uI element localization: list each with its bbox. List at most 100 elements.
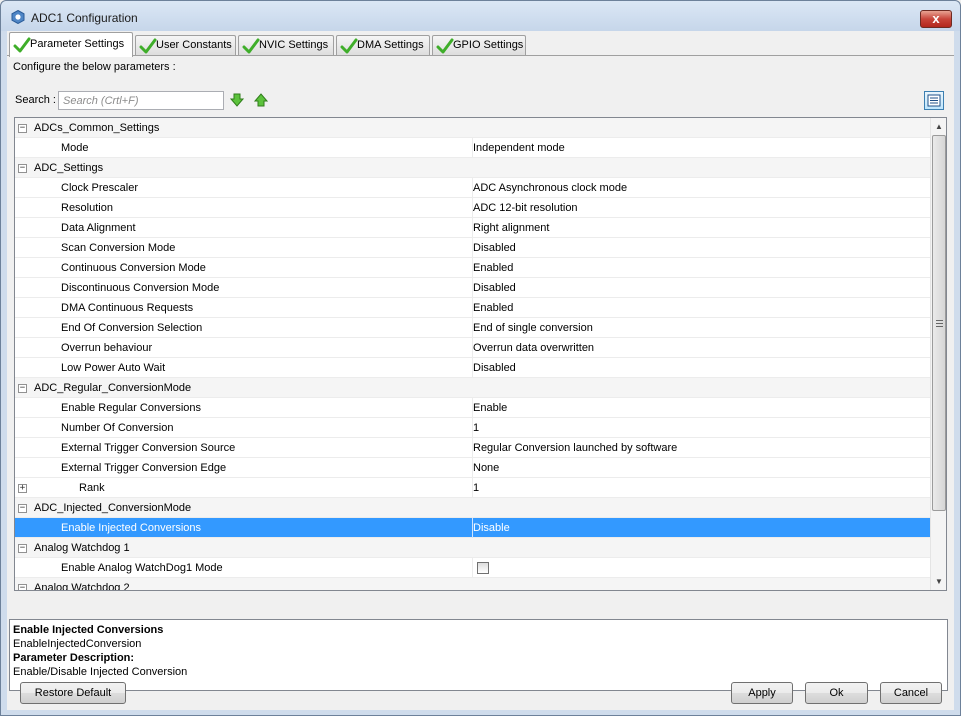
view-toggle-button[interactable] xyxy=(924,91,944,110)
row-name: Analog Watchdog 1 xyxy=(34,542,130,554)
row-name: Data Alignment xyxy=(61,222,136,234)
tree-parameter-row[interactable]: Low Power Auto Wait Disabled xyxy=(15,358,930,378)
tree-group-row[interactable]: − ADC_Regular_ConversionMode xyxy=(15,378,930,398)
row-name: Continuous Conversion Mode xyxy=(61,262,206,274)
grip-icon xyxy=(936,320,943,327)
row-value[interactable]: ADC Asynchronous clock mode xyxy=(473,178,627,198)
list-view-icon xyxy=(927,94,941,107)
tree-parameter-row[interactable]: External Trigger Conversion Source Regula… xyxy=(15,438,930,458)
row-value[interactable]: ADC 12-bit resolution xyxy=(473,198,578,218)
row-value[interactable]: Disabled xyxy=(473,238,516,258)
tab-label: DMA Settings xyxy=(357,39,424,51)
parameter-tree-table: − ADCs_Common_Settings Mode Independent mod… xyxy=(14,117,947,591)
collapse-minus-icon[interactable]: − xyxy=(18,584,27,590)
enable-checkbox[interactable] xyxy=(477,562,489,574)
scroll-down-arrow-icon[interactable]: ▼ xyxy=(931,573,946,590)
scrollbar-thumb[interactable] xyxy=(932,135,946,511)
row-value[interactable]: End of single conversion xyxy=(473,318,593,338)
tree-parameter-row[interactable]: End Of Conversion Selection End of single… xyxy=(15,318,930,338)
row-value[interactable]: 1 xyxy=(473,478,479,498)
row-value[interactable]: Right alignment xyxy=(473,218,549,238)
row-name: Overrun behaviour xyxy=(61,342,153,354)
row-name: ADC_Settings xyxy=(34,162,104,174)
search-input[interactable] xyxy=(58,91,224,110)
description-text: Enable/Disable Injected Conversion xyxy=(13,666,188,678)
tab-dma-settings[interactable]: DMA Settings xyxy=(336,35,430,56)
tab-label: User Constants xyxy=(156,39,232,51)
green-check-icon xyxy=(340,38,358,54)
tree-group-row[interactable]: − ADCs_Common_Settings xyxy=(15,118,930,138)
row-value[interactable]: Disable xyxy=(473,518,510,538)
title-bar[interactable]: ADC1 Configuration x xyxy=(1,1,960,31)
row-name: Scan Conversion Mode xyxy=(61,242,176,254)
cancel-button[interactable]: Cancel xyxy=(880,682,942,704)
row-value[interactable]: Independent mode xyxy=(473,138,565,158)
tab-label: Parameter Settings xyxy=(30,38,125,50)
tree-parameter-row[interactable]: Number Of Conversion 1 xyxy=(15,418,930,438)
description-heading: Parameter Description: xyxy=(13,652,135,664)
row-name: Enable Injected Conversions xyxy=(61,522,202,534)
tab-user-constants[interactable]: User Constants xyxy=(135,35,236,56)
row-name: External Trigger Conversion Source xyxy=(61,442,236,454)
collapse-minus-icon[interactable]: − xyxy=(18,124,27,133)
row-name: Discontinuous Conversion Mode xyxy=(61,282,220,294)
green-check-icon xyxy=(242,38,260,54)
tree-group-row[interactable]: − ADC_Settings xyxy=(15,158,930,178)
column-divider xyxy=(472,558,473,578)
search-previous-arrow-up-icon[interactable] xyxy=(254,93,268,107)
ok-button[interactable]: Ok xyxy=(805,682,868,704)
row-name: Enable Regular Conversions xyxy=(61,402,202,414)
tree-parameter-row[interactable]: Overrun behaviour Overrun data overwritte… xyxy=(15,338,930,358)
tree-parameter-row[interactable]: Mode Independent mode xyxy=(15,138,930,158)
tree-parameter-row[interactable]: Resolution ADC 12-bit resolution xyxy=(15,198,930,218)
tab-nvic-settings[interactable]: NVIC Settings xyxy=(238,35,334,56)
row-value[interactable]: Disabled xyxy=(473,278,516,298)
search-next-arrow-down-icon[interactable] xyxy=(230,93,244,107)
row-value[interactable]: Regular Conversion launched by software xyxy=(473,438,677,458)
vertical-scrollbar[interactable]: ▲ ▼ xyxy=(930,118,946,590)
tree-parameter-row[interactable]: Enable Injected Conversions Disable xyxy=(15,518,930,538)
row-value[interactable]: Overrun data overwritten xyxy=(473,338,594,358)
tab-parameter-settings[interactable]: Parameter Settings xyxy=(9,32,133,57)
tree-parameter-row[interactable]: + Rank 1 xyxy=(15,478,930,498)
row-name: Rank xyxy=(79,482,105,494)
row-name: Enable Analog WatchDog1 Mode xyxy=(61,562,223,574)
row-value[interactable]: 1 xyxy=(473,418,479,438)
tree-parameter-row[interactable]: Enable Regular Conversions Enable xyxy=(15,398,930,418)
restore-default-button[interactable]: Restore Default xyxy=(20,682,126,704)
tree-parameter-row[interactable]: Continuous Conversion Mode Enabled xyxy=(15,258,930,278)
tab-label: GPIO Settings xyxy=(453,39,524,51)
close-button[interactable]: x xyxy=(920,10,952,28)
tree-parameter-row[interactable]: External Trigger Conversion Edge None xyxy=(15,458,930,478)
collapse-minus-icon[interactable]: − xyxy=(18,504,27,513)
parameter-settings-panel: Configure the below parameters : Search … xyxy=(7,55,954,691)
tree-group-row[interactable]: − Analog Watchdog 1 xyxy=(15,538,930,558)
tree-group-row[interactable]: − Analog Watchdog 2 xyxy=(15,578,930,590)
collapse-minus-icon[interactable]: − xyxy=(18,384,27,393)
tree-parameter-row[interactable]: Discontinuous Conversion Mode Disabled xyxy=(15,278,930,298)
row-value[interactable]: Enabled xyxy=(473,258,513,278)
tree-group-row[interactable]: − ADC_Injected_ConversionMode xyxy=(15,498,930,518)
tree-parameter-row[interactable]: Data Alignment Right alignment xyxy=(15,218,930,238)
expand-plus-icon[interactable]: + xyxy=(18,484,27,493)
row-value[interactable]: Enable xyxy=(473,398,507,418)
row-value[interactable]: Disabled xyxy=(473,358,516,378)
green-check-icon xyxy=(436,38,454,54)
config-window: ADC1 Configuration x Parameter Settings U… xyxy=(0,0,961,716)
tab-gpio-settings[interactable]: GPIO Settings xyxy=(432,35,526,56)
tree-parameter-row[interactable]: DMA Continuous Requests Enabled xyxy=(15,298,930,318)
search-label: Search : xyxy=(15,94,56,106)
apply-button[interactable]: Apply xyxy=(731,682,793,704)
collapse-minus-icon[interactable]: − xyxy=(18,164,27,173)
tree-parameter-row[interactable]: Scan Conversion Mode Disabled xyxy=(15,238,930,258)
green-check-icon xyxy=(139,38,157,54)
row-name: Resolution xyxy=(61,202,113,214)
tree-parameter-row[interactable]: Enable Analog WatchDog1 Mode xyxy=(15,558,930,578)
row-value[interactable]: None xyxy=(473,458,499,478)
row-value[interactable]: Enabled xyxy=(473,298,513,318)
scroll-up-arrow-icon[interactable]: ▲ xyxy=(931,118,946,135)
tree-parameter-row[interactable]: Clock Prescaler ADC Asynchronous clock mo… xyxy=(15,178,930,198)
dialog-client: Parameter Settings User Constants NVIC Set… xyxy=(7,31,954,710)
collapse-minus-icon[interactable]: − xyxy=(18,544,27,553)
parameter-description-panel: Enable Injected Conversions EnableInject… xyxy=(9,619,948,691)
